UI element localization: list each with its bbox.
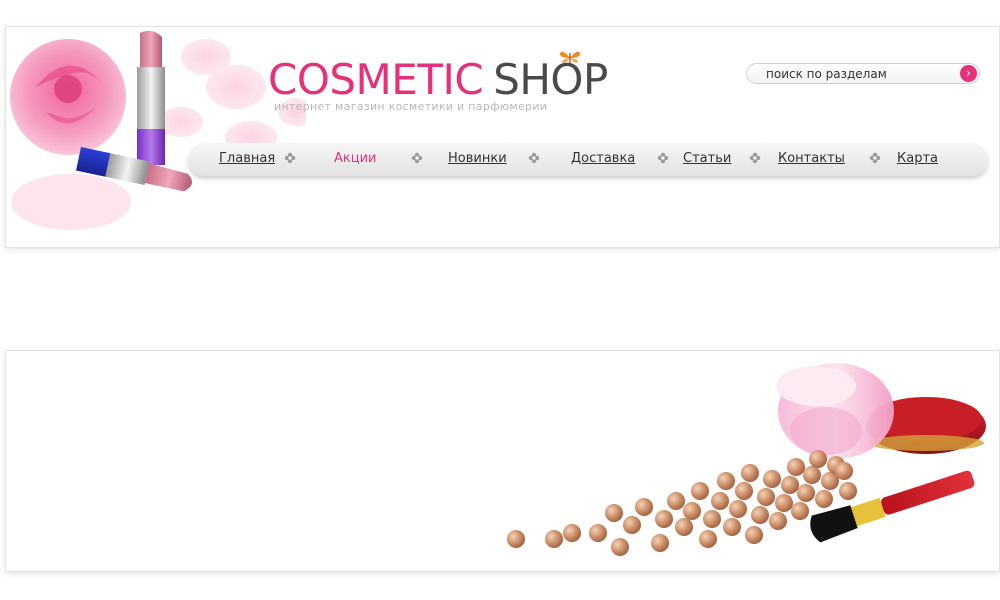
search-button[interactable]: › [960,65,977,82]
flower-icon [657,152,669,164]
nav-item-articles[interactable]: Статьи [683,151,731,166]
nav-item-contacts[interactable]: Контакты [778,151,845,166]
header-banner: COSMETIC SHOP интернет магазин косметики … [5,26,1000,248]
flower-icon [528,152,540,164]
search-box: › [746,63,980,84]
cosmetics-illustration [507,363,986,556]
logo-word-shop: SHOP [493,55,608,104]
nav-item-delivery[interactable]: Доставка [571,151,635,166]
search-input[interactable] [757,65,956,82]
main-navigation: Главная Акции Новинки Доставка Статьи Ко… [188,143,988,176]
nav-item-promotions[interactable]: Акции [334,151,377,166]
nav-item-new[interactable]: Новинки [448,151,507,166]
arrow-right-icon: › [966,66,971,80]
flower-icon [411,152,423,164]
flower-icon [749,152,761,164]
rose-lipstick-illustration [10,30,306,230]
butterfly-icon [559,51,581,63]
flower-icon [284,152,296,164]
flower-icon [869,152,881,164]
logo-word-cosmetic: COSMETIC [268,55,484,104]
site-logo[interactable]: COSMETIC SHOP [268,51,608,105]
nav-item-sitemap[interactable]: Карта [897,151,938,166]
promo-banner [5,350,1000,572]
nav-item-home[interactable]: Главная [219,151,275,166]
site-tagline: интернет магазин косметики и парфюмерии [274,100,548,113]
